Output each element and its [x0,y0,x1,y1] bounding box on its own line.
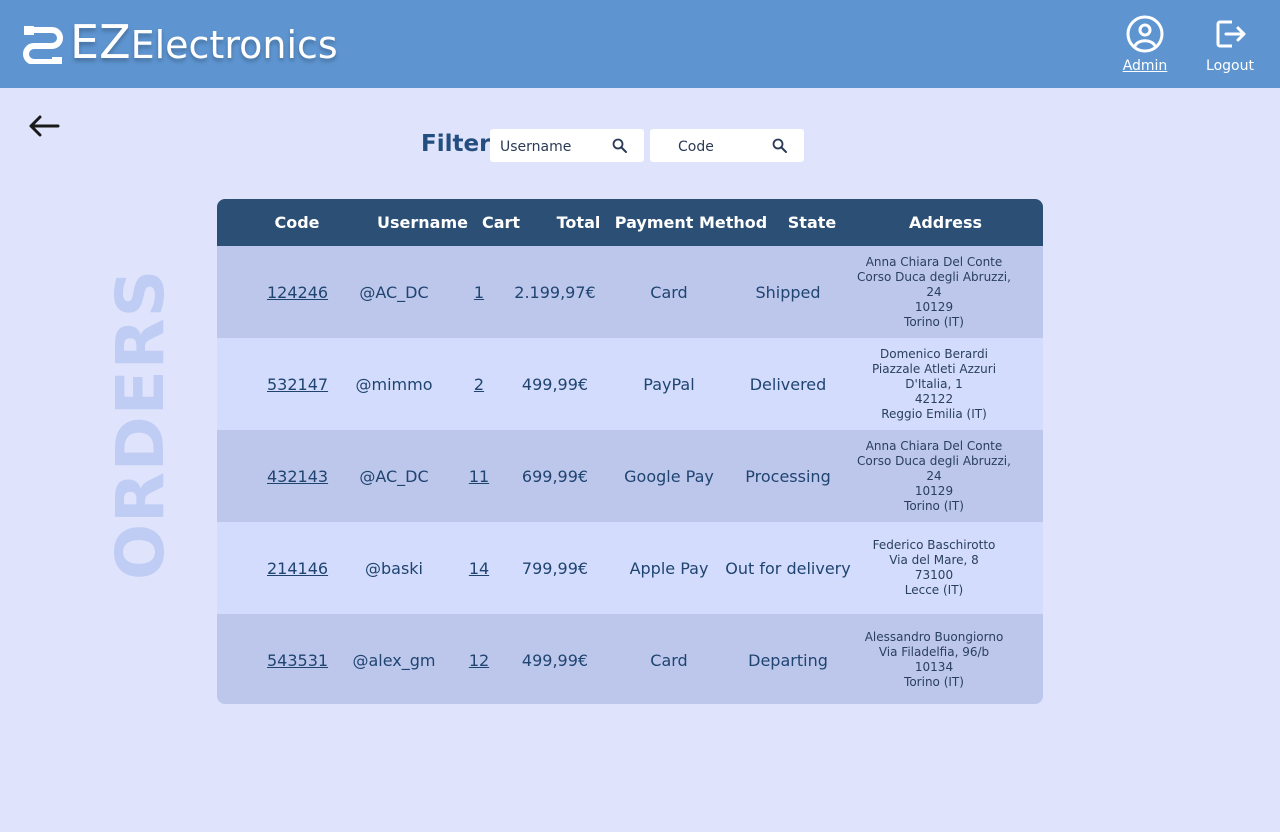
username-cell: @AC_DC [359,466,429,486]
state-cell: Processing [745,466,831,486]
address-cell: Anna Chiara Del Conte Corso Duca degli Ab… [849,439,1019,514]
state-cell: Shipped [755,282,821,302]
payment-method-cell: Card [650,282,688,302]
logout-icon [1216,20,1246,48]
top-bar: EZElectronics Admin Logout [0,0,1280,88]
table-row: 432143 @AC_DC 11 699,99€ Google Pay Processin… [217,430,1043,522]
address-line: 10129 [914,483,954,498]
filter-label: Filter [421,131,491,157]
address-cell: Alessandro Buongiorno Via Filadelfia, 96/… [849,630,1019,690]
header-payment-method: Payment Method [614,213,768,232]
username-cell: @mimmo [355,374,433,394]
order-code-link[interactable]: 432143 [267,467,328,486]
order-code-link[interactable]: 214146 [267,559,328,578]
logout-label: Logout [1206,58,1254,74]
ez-logo-icon [23,26,63,64]
payment-method-cell: Card [650,650,688,670]
address-line: Alessandro Buongiorno [864,630,1004,644]
address-line: Via del Mare, 8 [889,553,979,567]
header-total: Total [556,213,601,232]
address-cell: Domenico Berardi Piazzale Atleti Azzuri D… [849,347,1019,422]
state-cell: Out for delivery [725,558,851,578]
cart-link[interactable]: 1 [453,283,505,302]
address-line: Lecce (IT) [904,583,964,597]
user-circle-icon [1126,15,1164,53]
order-code-link[interactable]: 543531 [267,651,328,670]
table-row: 532147 @mimmo 2 499,99€ PayPal Delivered Domen… [217,338,1043,430]
search-icon[interactable] [772,138,788,154]
total-cell: 699,99€ [521,466,589,486]
payment-method-cell: PayPal [643,374,695,394]
username-cell: @alex_gm [352,650,436,670]
username-cell: @baski [364,558,423,578]
admin-button[interactable]: Admin [1110,14,1180,74]
header-address: Address [908,213,983,232]
address-line: Federico Baschirotto [872,538,996,552]
table-row: 543531 @alex_gm 12 499,99€ Card Departing Ales… [217,614,1043,704]
header-username: Username [377,213,468,232]
total-cell: 499,99€ [521,650,589,670]
address-line: 10129 [914,299,954,314]
address-line: 73100 [914,568,954,582]
address-cell: Federico Baschirotto Via del Mare, 8 73100… [849,538,1019,598]
address-line: Corso Duca degli Abruzzi, 24 [857,269,1011,299]
address-line: Domenico Berardi [880,346,988,361]
table-header: Code Username Cart Total Payment Method … [217,199,1043,246]
table-row: 124246 @AC_DC 1 2.199,97€ Card Shipped Anna Ch… [217,246,1043,338]
address-line: Via Filadelfia, 96/b [878,645,990,659]
address-line: Piazzale Atleti Azzuri D'Italia, 1 [871,361,997,391]
username-filter[interactable] [490,129,644,162]
address-line: Torino (IT) [904,498,964,513]
address-line: Torino (IT) [904,314,964,329]
logout-button[interactable]: Logout [1195,14,1265,74]
payment-method-cell: Apple Pay [629,558,709,578]
address-line: Reggio Emilia (IT) [881,406,987,421]
code-filter[interactable] [650,129,804,162]
username-cell: @AC_DC [359,282,429,302]
admin-label: Admin [1122,58,1168,74]
order-code-link[interactable]: 532147 [267,375,328,394]
address-line: Anna Chiara Del Conte [865,254,1003,269]
brand-name: EZElectronics [70,15,338,69]
table-row: 214146 @baski 14 799,99€ Apple Pay Out for de… [217,522,1043,614]
orders-watermark: ORDERS [102,268,179,580]
header-state: State [787,213,837,232]
cart-link[interactable]: 2 [453,375,505,394]
search-icon[interactable] [612,138,628,154]
username-input[interactable] [498,135,612,159]
header-cart: Cart [481,213,521,232]
address-cell: Anna Chiara Del Conte Corso Duca degli Ab… [849,255,1019,330]
payment-method-cell: Google Pay [624,466,714,486]
orders-table: Code Username Cart Total Payment Method … [217,199,1043,704]
total-cell: 799,99€ [521,558,589,578]
total-cell: 2.199,97€ [514,282,596,302]
address-line: Anna Chiara Del Conte [865,438,1003,453]
brand[interactable]: EZElectronics [22,16,338,68]
address-line: Corso Duca degli Abruzzi, 24 [857,453,1011,483]
cart-link[interactable]: 11 [453,467,505,486]
cart-link[interactable]: 12 [453,651,505,670]
total-cell: 499,99€ [521,374,589,394]
order-code-link[interactable]: 124246 [267,283,328,302]
address-line: 42122 [914,391,954,406]
address-line: Torino (IT) [904,675,964,689]
state-cell: Departing [748,650,828,670]
cart-link[interactable]: 14 [453,559,505,578]
address-line: 10134 [914,660,954,674]
header-code: Code [274,213,320,232]
state-cell: Delivered [749,374,827,394]
arrow-left-icon[interactable] [26,110,62,142]
